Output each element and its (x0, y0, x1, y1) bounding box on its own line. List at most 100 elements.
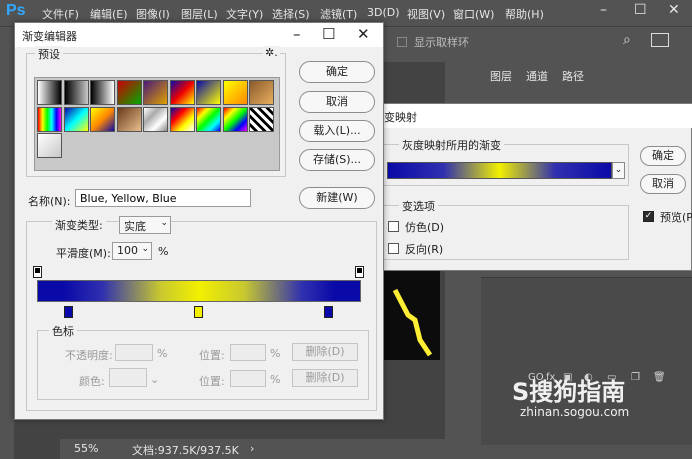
stops-group (37, 330, 369, 400)
workspace-icon[interactable] (651, 33, 669, 47)
smoothness-percent: % (158, 245, 169, 258)
search-icon[interactable]: ⌕ (623, 32, 631, 48)
preset-swatch[interactable] (196, 80, 221, 105)
preset-swatch[interactable] (143, 80, 168, 105)
opacity-location-percent: % (270, 347, 281, 360)
gradient-type-select[interactable]: 实底 ⌄ (119, 216, 171, 234)
status-arrow-icon[interactable]: › (250, 442, 254, 455)
gear-icon[interactable]: ✲. (263, 46, 280, 59)
gradient-map-cancel-button[interactable]: 取消 (640, 174, 686, 194)
gradient-type-value: 实底 (124, 220, 146, 233)
preset-swatch[interactable] (169, 80, 195, 105)
gradient-map-dialog: 变映射 灰度映射所用的渐变 ⌄ 变选项 仿色(D) 反向(R) 确定 取消 ✓ … (380, 103, 692, 271)
ok-button[interactable]: 确定 (299, 61, 375, 83)
dither-checkbox[interactable] (388, 221, 399, 232)
preset-swatch[interactable] (222, 106, 248, 132)
new-button[interactable]: 新建(W) (299, 187, 375, 209)
preset-swatch[interactable] (37, 106, 62, 132)
menu-file[interactable]: 文件(F) (42, 6, 79, 22)
show-sample-ring-label: 显示取样环 (414, 36, 469, 49)
sogou-watermark: S搜狗指南 (512, 378, 626, 406)
menu-help[interactable]: 帮助(H) (505, 6, 544, 22)
gradient-map-dropdown-icon[interactable]: ⌄ (612, 162, 625, 179)
menu-filter[interactable]: 滤镜(T) (320, 6, 357, 22)
layers-list[interactable] (481, 277, 692, 445)
presets-grid[interactable] (34, 77, 280, 171)
opacity-stop-right[interactable] (355, 266, 364, 278)
gradient-map-group-label: 灰度映射所用的渐变 (399, 137, 504, 153)
gradient-editor-dialog: 渐变编辑器 – ☐ ✕ 预设 ✲. 确定 取消 载入(L)... 存储(S)..… (14, 22, 384, 420)
preview-label: 预览(P (660, 211, 692, 224)
opacity-stop-left[interactable] (33, 266, 42, 278)
smoothness-label: 平滑度(M): (56, 247, 111, 260)
preset-swatch[interactable] (116, 106, 142, 132)
menu-type[interactable]: 文字(Y) (226, 6, 263, 22)
preset-swatch[interactable] (37, 133, 62, 158)
preset-swatch[interactable] (90, 106, 115, 132)
ps-maximize-button[interactable]: ☐ (634, 2, 647, 18)
preset-swatch[interactable] (169, 106, 195, 132)
preset-swatch[interactable] (90, 80, 115, 105)
zoom-level[interactable]: 55% (74, 442, 98, 455)
canvas-image (380, 260, 440, 360)
gradient-editor-titlebar[interactable]: 渐变编辑器 – ☐ ✕ (15, 23, 383, 47)
menu-select[interactable]: 选择(S) (272, 6, 310, 22)
gradient-options-label: 变选项 (399, 198, 438, 214)
preset-swatch[interactable] (196, 106, 221, 132)
opacity-select[interactable] (115, 344, 153, 361)
delete-color-stop-button[interactable]: 删除(D) (292, 369, 358, 387)
smoothness-select[interactable]: 100 ⌄ (112, 242, 152, 260)
color-dropdown-icon[interactable]: ⌄ (150, 373, 159, 386)
menu-edit[interactable]: 编辑(E) (90, 6, 128, 22)
menu-image[interactable]: 图像(I) (136, 6, 170, 22)
preset-swatch[interactable] (63, 80, 89, 105)
color-swatch[interactable] (109, 368, 147, 387)
preset-swatch[interactable] (63, 106, 89, 132)
color-location-percent: % (270, 373, 281, 386)
menu-view[interactable]: 视图(V) (407, 6, 445, 22)
tab-paths[interactable]: 路径 (562, 68, 584, 84)
opacity-location-field[interactable] (230, 344, 266, 361)
color-stop[interactable] (323, 306, 333, 318)
preset-swatch[interactable] (249, 80, 274, 105)
cancel-button[interactable]: 取消 (299, 91, 375, 113)
gradient-bar[interactable] (37, 280, 361, 302)
smoothness-value: 100 (117, 244, 138, 257)
gradient-map-preview[interactable] (387, 162, 612, 179)
tab-channels[interactable]: 通道 (526, 68, 548, 84)
stops-label: 色标 (49, 323, 77, 339)
ps-minimize-button[interactable]: – (600, 2, 607, 18)
gradient-map-titlebar[interactable]: 变映射 (381, 104, 692, 128)
preset-swatch[interactable] (143, 106, 168, 132)
minimize-button[interactable]: – (293, 25, 301, 43)
name-label: 名称(N): (28, 195, 71, 208)
color-stop[interactable] (194, 306, 203, 318)
preset-swatch[interactable] (37, 80, 62, 105)
color-location-field[interactable] (230, 370, 266, 387)
gradient-map-ok-button[interactable]: 确定 (640, 146, 686, 166)
menu-3d[interactable]: 3D(D) (367, 6, 400, 19)
close-button[interactable]: ✕ (357, 25, 370, 43)
sogou-url: zhinan.sogou.com (520, 405, 630, 419)
maximize-button[interactable]: ☐ (322, 25, 335, 43)
preset-swatch[interactable] (116, 80, 142, 105)
presets-group: 预设 ✲. (26, 46, 286, 177)
save-button[interactable]: 存储(S)... (299, 149, 375, 171)
load-button[interactable]: 载入(L)... (299, 120, 375, 142)
ps-close-button[interactable]: ✕ (668, 2, 680, 18)
new-layer-icon[interactable]: ❐ (631, 372, 640, 383)
show-sample-ring-checkbox[interactable] (397, 37, 407, 47)
name-input[interactable] (75, 189, 251, 207)
presets-label: 预设 (35, 46, 63, 62)
reverse-checkbox[interactable] (388, 243, 399, 254)
preview-checkbox[interactable]: ✓ (643, 211, 654, 222)
menu-window[interactable]: 窗口(W) (453, 6, 494, 22)
chevron-down-icon: ⌄ (160, 218, 168, 228)
trash-icon[interactable]: 🗑 (653, 372, 666, 383)
tab-layers[interactable]: 图层 (490, 68, 512, 84)
menu-layer[interactable]: 图层(L) (181, 6, 218, 22)
preset-swatch[interactable] (249, 106, 274, 132)
color-stop[interactable] (64, 306, 74, 318)
preset-swatch[interactable] (222, 80, 248, 105)
delete-opacity-stop-button[interactable]: 删除(D) (292, 343, 358, 361)
